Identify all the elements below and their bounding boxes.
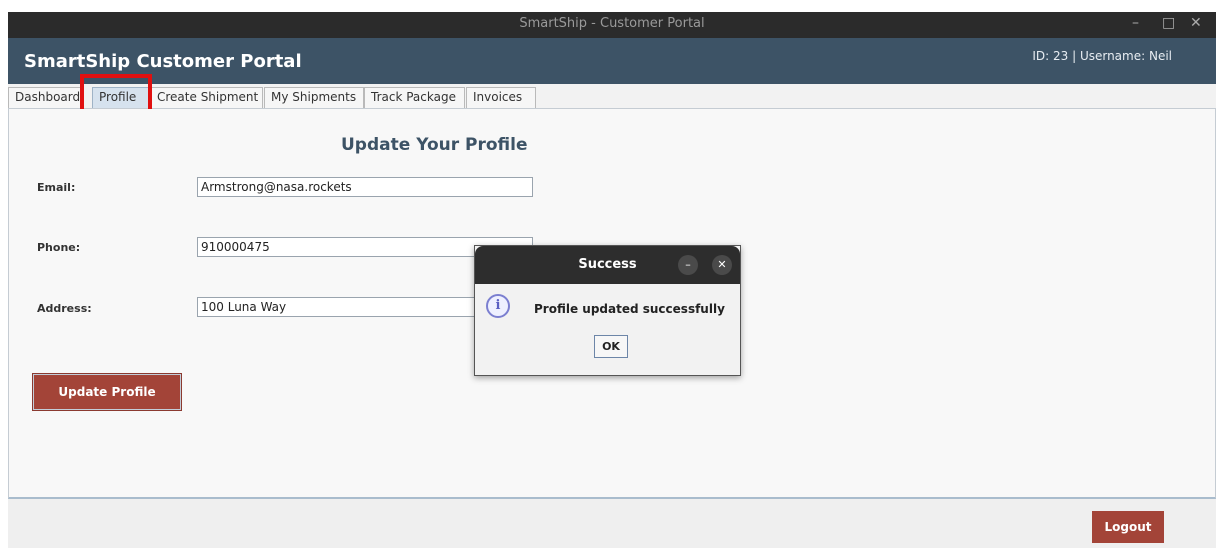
email-label: Email: [37,181,76,194]
tab-dashboard[interactable]: Dashboard [8,87,82,108]
tab-label: Invoices [473,90,523,104]
app-title: SmartShip Customer Portal [24,51,302,72]
close-icon[interactable]: ✕ [1190,15,1202,31]
tab-invoices[interactable]: Invoices [466,87,536,108]
close-icon[interactable]: ✕ [712,255,732,275]
dialog-message: Profile updated successfully [534,302,725,316]
app-header: SmartShip Customer Portal ID: 23 | Usern… [8,38,1216,84]
address-label: Address: [37,302,92,315]
tab-label: My Shipments [271,90,357,104]
page-title: Update Your Profile [341,135,528,155]
email-field[interactable] [197,177,533,197]
minimize-icon[interactable]: – [1132,15,1139,31]
info-icon: i [486,294,510,318]
tab-label: Create Shipment [157,90,259,104]
tab-bar: Dashboard Profile Create Shipment My Shi… [8,84,1216,109]
tab-track-package[interactable]: Track Package [364,87,465,108]
maximize-icon[interactable]: □ [1162,15,1175,31]
tab-create-shipment[interactable]: Create Shipment [150,87,263,108]
dialog-titlebar: Success – ✕ [475,246,740,284]
update-profile-button[interactable]: Update Profile [32,373,182,411]
tab-my-shipments[interactable]: My Shipments [264,87,364,108]
window-titlebar: SmartShip - Customer Portal – □ ✕ [8,12,1216,38]
dialog-body: i Profile updated successfully OK [475,284,740,376]
ok-button[interactable]: OK [594,335,628,358]
success-dialog: Success – ✕ i Profile updated successful… [474,245,741,376]
window-title: SmartShip - Customer Portal [519,16,705,31]
dialog-title: Success [578,257,637,272]
tab-label: Track Package [371,90,456,104]
tab-label: Dashboard [15,90,81,104]
footer-bar: Logout [8,499,1216,548]
phone-label: Phone: [37,241,81,254]
logout-button[interactable]: Logout [1092,511,1164,543]
minimize-icon[interactable]: – [678,255,698,275]
user-info: ID: 23 | Username: Neil [1032,49,1172,63]
